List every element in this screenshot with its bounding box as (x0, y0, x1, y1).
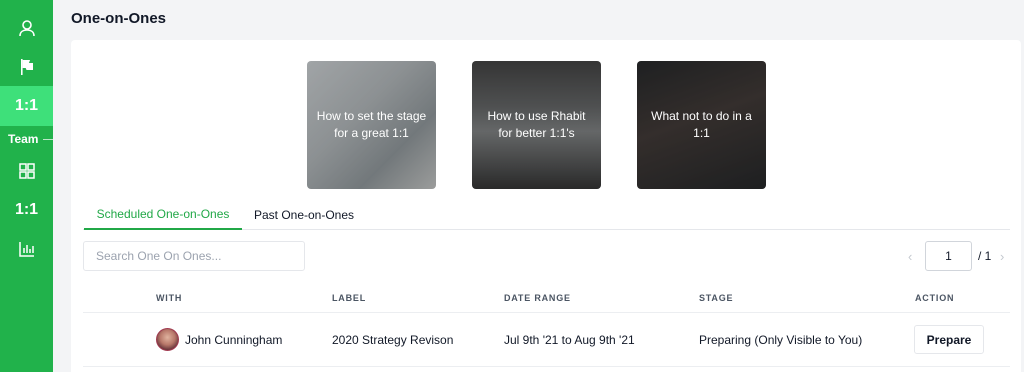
page-total: / 1 (978, 249, 992, 263)
page-title: One-on-Ones (71, 10, 167, 27)
sidebar: 1:1 Team 1:1 (0, 0, 53, 372)
nav-one-on-one-label: 1:1 (14, 97, 39, 114)
table-row-divider (83, 366, 1010, 367)
guide-tile-title: What not to do in a 1:1 (651, 109, 752, 140)
column-header-with: WITH (156, 293, 183, 303)
nav-profile[interactable] (0, 8, 53, 48)
nav-team-one-on-one[interactable]: 1:1 (0, 190, 53, 230)
nav-reports[interactable] (0, 229, 53, 269)
user-icon (18, 20, 35, 37)
column-header-stage: STAGE (699, 293, 734, 303)
grid-icon (18, 163, 35, 179)
bar-chart-icon (18, 242, 34, 257)
prepare-button[interactable]: Prepare (914, 325, 984, 354)
nav-one-on-one[interactable]: 1:1 (0, 86, 53, 126)
guide-tile-what-not-to-do[interactable]: What not to do in a 1:1 (637, 61, 766, 189)
guide-tile-stage[interactable]: How to set the stage for a great 1:1 (307, 61, 436, 189)
column-header-date-range: DATE RANGE (504, 293, 571, 303)
column-header-action: ACTION (915, 293, 955, 303)
flag-icon (20, 59, 33, 75)
guide-tile-rhabit[interactable]: How to use Rhabit for better 1:1's (472, 61, 601, 189)
chevron-left-icon[interactable]: ‹ (908, 249, 912, 264)
nav-team-one-on-one-label: 1:1 (14, 201, 39, 218)
avatar (156, 328, 179, 351)
nav-goals[interactable] (0, 47, 53, 87)
guide-tile-title: How to use Rhabit for better 1:1's (487, 109, 586, 140)
chevron-right-icon[interactable]: › (1000, 249, 1004, 264)
column-header-label: LABEL (332, 293, 366, 303)
guide-tile-title: How to set the stage for a great 1:1 (316, 109, 427, 140)
row-label: 2020 Strategy Revison (332, 333, 454, 347)
page-number-input[interactable]: 1 (925, 241, 972, 271)
search-input[interactable] (83, 241, 305, 271)
one-on-one-tabs: Scheduled One-on-Ones Past One-on-Ones (83, 200, 1010, 230)
row-stage: Preparing (Only Visible to You) (699, 333, 863, 347)
team-section-label: Team (0, 131, 53, 147)
row-date-range: Jul 9th '21 to Aug 9th '21 (504, 333, 635, 347)
tab-past[interactable]: Past One-on-Ones (248, 200, 360, 230)
team-label-text: Team (8, 132, 39, 146)
team-divider (43, 138, 53, 140)
table-header-divider (83, 312, 1010, 313)
tab-scheduled[interactable]: Scheduled One-on-Ones (84, 200, 242, 230)
row-with-name: John Cunningham (185, 333, 283, 347)
nav-team-dashboard[interactable] (0, 151, 53, 191)
